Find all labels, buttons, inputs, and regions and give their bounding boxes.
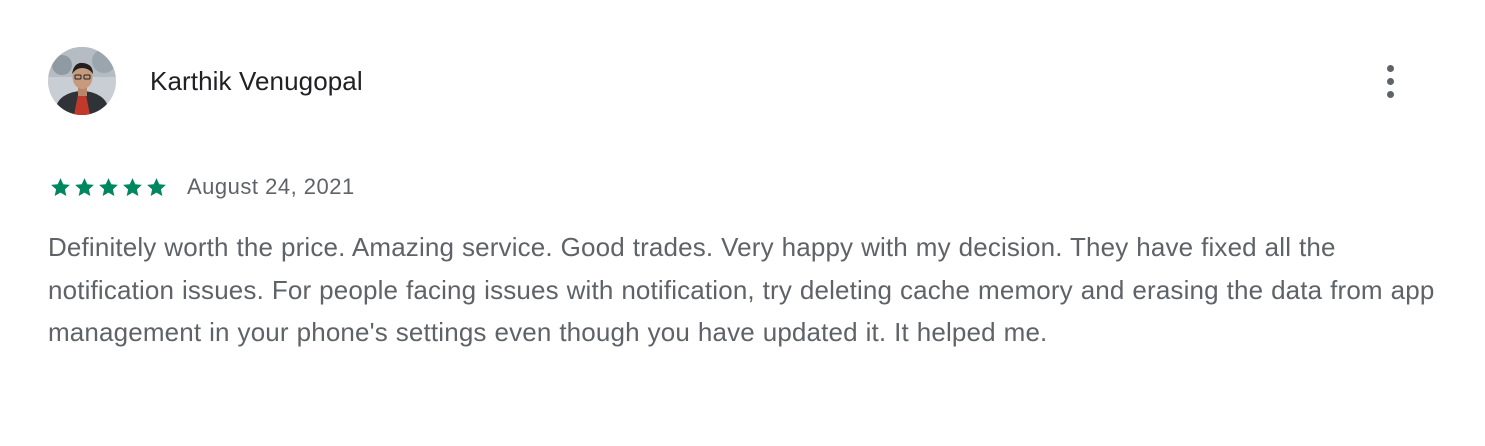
more-vert-icon-dot [1386,90,1394,98]
review-meta: August 24, 2021 [49,170,355,204]
avatar [48,47,116,115]
star-rating [49,176,168,199]
review-card: Karthik Venugopal August 24, 2021 Defini… [0,0,1485,446]
star-icon [123,177,142,196]
more-vert-icon-dot [1386,64,1394,72]
user-photo-avatar-icon [48,47,116,115]
more-options-button[interactable] [1370,58,1410,104]
author-name: Karthik Venugopal [150,65,363,96]
review-header: Karthik Venugopal [48,46,363,116]
review-text: Definitely worth the price. Amazing serv… [48,232,1435,347]
star-icon [99,177,118,196]
star-icon [51,177,70,196]
star-icon [147,177,166,196]
review-date: August 24, 2021 [187,174,355,199]
star-icon [75,177,94,196]
more-vert-icon-dot [1386,77,1394,85]
